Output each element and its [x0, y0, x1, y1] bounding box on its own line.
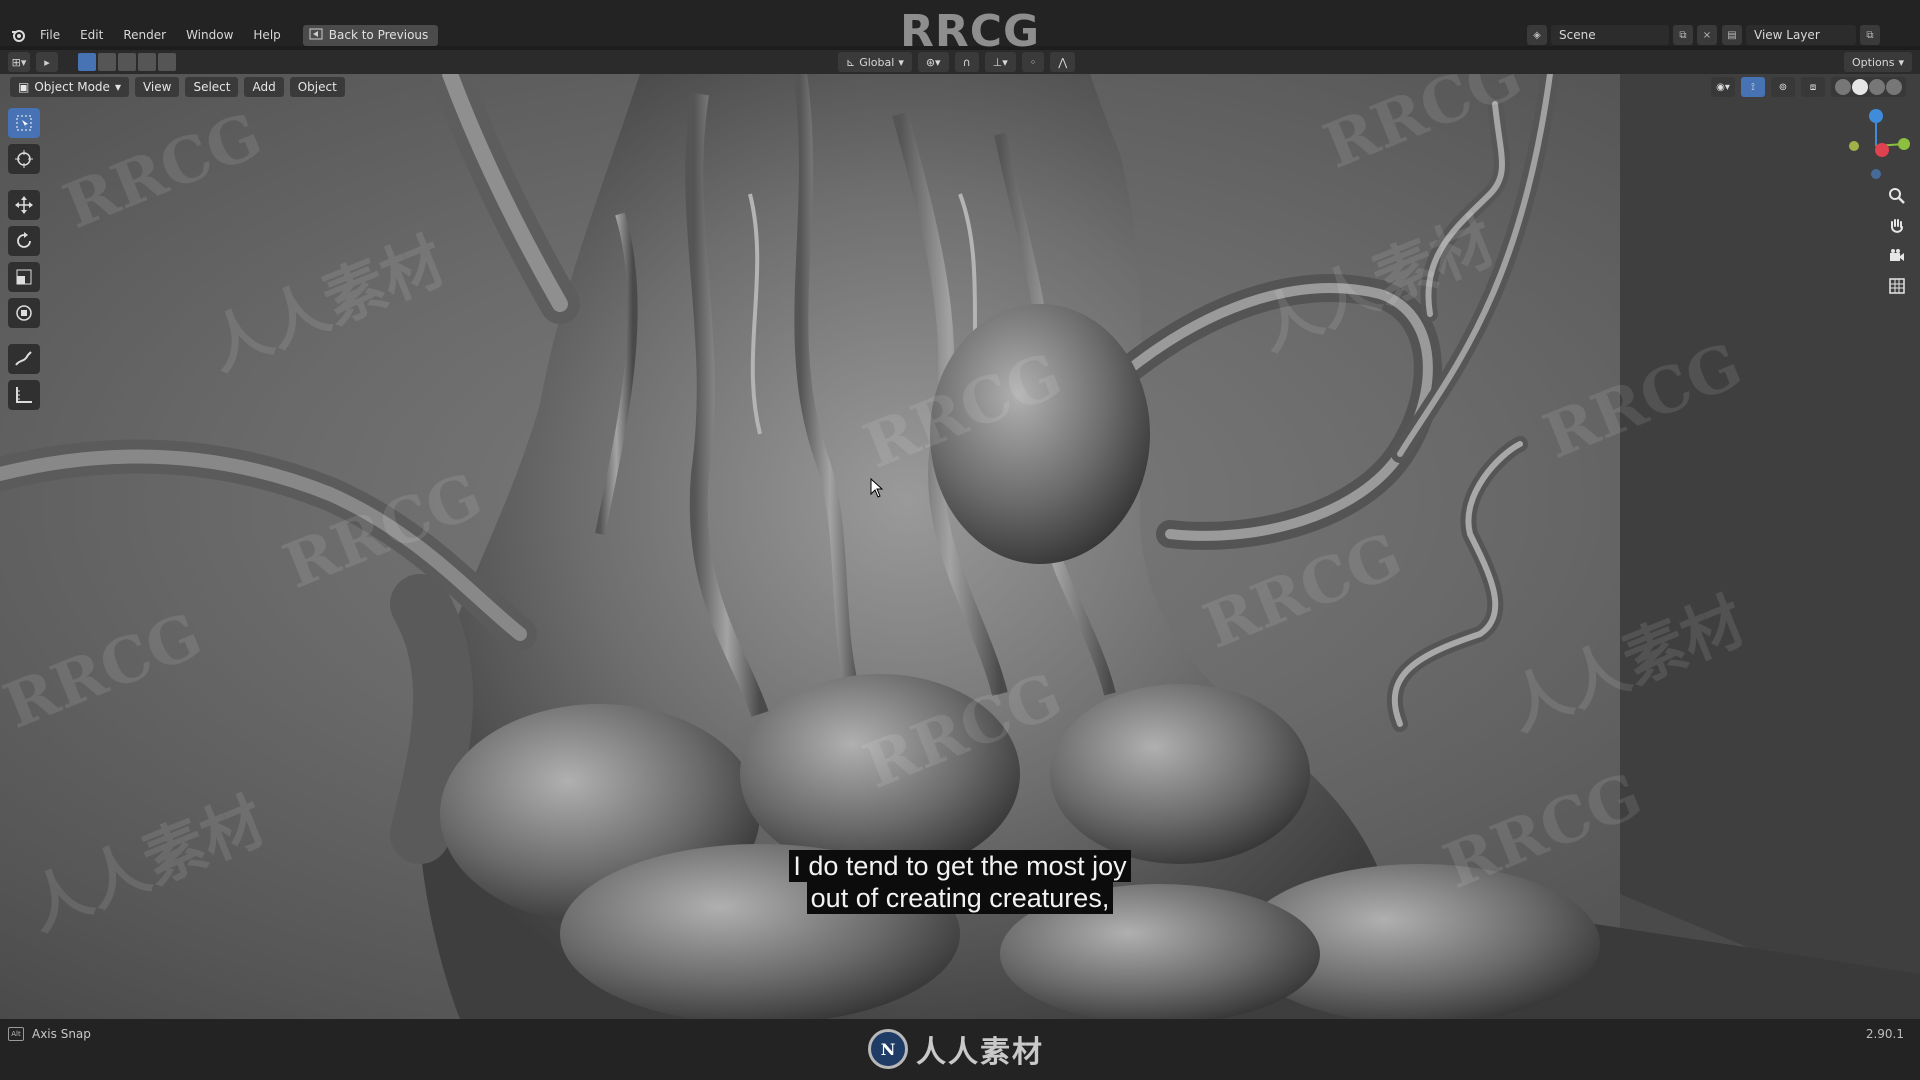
orientation-label: Global: [859, 55, 895, 69]
orientation-icon: ⊾: [846, 55, 856, 69]
select-subtract-icon[interactable]: [118, 53, 136, 71]
solid-shading-icon[interactable]: [1852, 79, 1868, 95]
visibility-icon[interactable]: ◉▾: [1711, 77, 1735, 97]
view-layer-selector: ▤ View Layer ⧉: [1722, 25, 1880, 45]
chevron-down-icon: ▾: [114, 80, 121, 94]
axis-snap-label: Axis Snap: [32, 1027, 91, 1041]
pivot-icon: ⊛▾: [925, 55, 941, 69]
tool-header: ⊞▾ ▸ ⊾ Global ▾ ⊛▾ ∩ ⊥▾ ◦ ⋀ Options ▾: [0, 50, 1920, 74]
select-extend-icon[interactable]: [98, 53, 116, 71]
brand-logo-icon: N: [868, 1029, 908, 1069]
watermark-brand: N 人人素材: [868, 1027, 1044, 1071]
move-icon[interactable]: [8, 190, 40, 220]
view-layer-browse-icon[interactable]: ▤: [1722, 25, 1742, 45]
rendered-shading-icon[interactable]: [1886, 79, 1902, 95]
active-tool-icon[interactable]: ▸: [36, 52, 58, 72]
snap-dropdown[interactable]: ⊥▾: [984, 52, 1016, 72]
chevron-down-icon: ▾: [898, 55, 904, 69]
shading-mode-group: [1831, 77, 1906, 97]
gizmo-toggle-icon[interactable]: ⟟: [1741, 77, 1765, 97]
back-to-previous-button[interactable]: Back to Previous: [302, 24, 439, 46]
select-invert-icon[interactable]: [138, 53, 156, 71]
pan-hand-icon[interactable]: [1884, 214, 1910, 238]
view-menu[interactable]: View: [134, 77, 180, 97]
top-menu-bar: File Edit Render Window Help Back to Pre…: [0, 0, 1920, 57]
ortho-grid-icon[interactable]: [1884, 274, 1910, 298]
menu-window[interactable]: Window: [178, 26, 241, 44]
camera-icon[interactable]: [1884, 244, 1910, 268]
overlays-icon[interactable]: ⊚: [1771, 77, 1795, 97]
orientation-dropdown[interactable]: ⊾ Global ▾: [838, 52, 912, 72]
cursor-icon[interactable]: [8, 144, 40, 174]
snap-toggle[interactable]: ∩: [954, 52, 979, 72]
object-mode-dropdown[interactable]: ▣ Object Mode ▾: [10, 77, 129, 97]
measure-icon[interactable]: [8, 380, 40, 410]
falloff-icon: ⋀: [1058, 55, 1068, 69]
proportional-edit-toggle[interactable]: ◦: [1021, 52, 1045, 72]
main-menu: File Edit Render Window Help Back to Pre…: [8, 24, 439, 46]
chevron-down-icon: ▾: [1898, 55, 1904, 69]
options-label: Options: [1852, 55, 1895, 69]
version-label: 2.90.1: [1865, 1027, 1904, 1041]
delete-scene-icon[interactable]: ×: [1697, 25, 1717, 45]
magnet-icon: ∩: [962, 55, 971, 69]
navigation-controls: [1884, 184, 1910, 298]
scene-selector: ◈ Scene ⧉ ×: [1527, 25, 1717, 45]
new-view-layer-icon[interactable]: ⧉: [1860, 25, 1880, 45]
viewport-header: ▣ Object Mode ▾ View Select Add Object: [10, 77, 345, 97]
back-icon: [309, 28, 323, 43]
zoom-icon[interactable]: [1884, 184, 1910, 208]
alt-key-icon: Alt: [8, 1027, 24, 1041]
annotate-icon[interactable]: [8, 344, 40, 374]
editor-type-icon[interactable]: ⊞▾: [8, 52, 30, 72]
mouse-cursor-icon: [870, 477, 884, 501]
back-to-previous-label: Back to Previous: [328, 28, 429, 42]
transform-icon[interactable]: [8, 298, 40, 328]
object-menu[interactable]: Object: [289, 77, 345, 97]
select-box-icon[interactable]: [8, 108, 40, 138]
material-shading-icon[interactable]: [1869, 79, 1885, 95]
viewport-header-right: ◉▾ ⟟ ⊚ ⧈: [1711, 77, 1906, 97]
wireframe-shading-icon[interactable]: [1835, 79, 1851, 95]
select-menu[interactable]: Select: [185, 77, 239, 97]
selection-mode-group: [78, 53, 176, 71]
select-intersect-icon[interactable]: [158, 53, 176, 71]
snap-target-icon: ⊥▾: [992, 55, 1008, 69]
xray-icon[interactable]: ⧈: [1801, 77, 1825, 97]
object-mode-icon: ▣: [18, 80, 30, 94]
menu-file[interactable]: File: [32, 26, 68, 44]
pivot-dropdown[interactable]: ⊛▾: [917, 52, 949, 72]
menu-render[interactable]: Render: [115, 26, 174, 44]
falloff-dropdown[interactable]: ⋀: [1050, 52, 1076, 72]
scale-icon[interactable]: [8, 262, 40, 292]
select-new-icon[interactable]: [78, 53, 96, 71]
subtitle-line-1: I do tend to get the most joy: [789, 850, 1131, 882]
proportional-icon: ◦: [1029, 55, 1037, 69]
new-scene-icon[interactable]: ⧉: [1673, 25, 1693, 45]
menu-help[interactable]: Help: [245, 26, 288, 44]
options-dropdown[interactable]: Options ▾: [1844, 52, 1912, 72]
menu-edit[interactable]: Edit: [72, 26, 111, 44]
rotate-icon[interactable]: [8, 226, 40, 256]
status-bar: Alt Axis Snap N 人人素材 2.90.1: [0, 1019, 1920, 1080]
brand-text: 人人素材: [916, 1035, 1044, 1070]
navigation-gizmo[interactable]: [1830, 104, 1910, 188]
transform-tools: ⊾ Global ▾ ⊛▾ ∩ ⊥▾ ◦ ⋀: [838, 52, 1076, 72]
scene-field[interactable]: Scene: [1551, 25, 1669, 45]
status-hint: Alt Axis Snap: [8, 1027, 91, 1041]
object-mode-label: Object Mode: [34, 80, 110, 94]
left-toolbar: [8, 108, 44, 410]
subtitle-line-2: out of creating creatures,: [806, 882, 1114, 914]
tool-header-left: ⊞▾ ▸: [8, 52, 176, 72]
view-layer-field[interactable]: View Layer: [1746, 25, 1856, 45]
add-menu[interactable]: Add: [244, 77, 284, 97]
scene-browse-icon[interactable]: ◈: [1527, 25, 1547, 45]
subtitle-caption: I do tend to get the most joy out of cre…: [0, 850, 1920, 914]
blender-logo-icon[interactable]: [8, 25, 28, 45]
